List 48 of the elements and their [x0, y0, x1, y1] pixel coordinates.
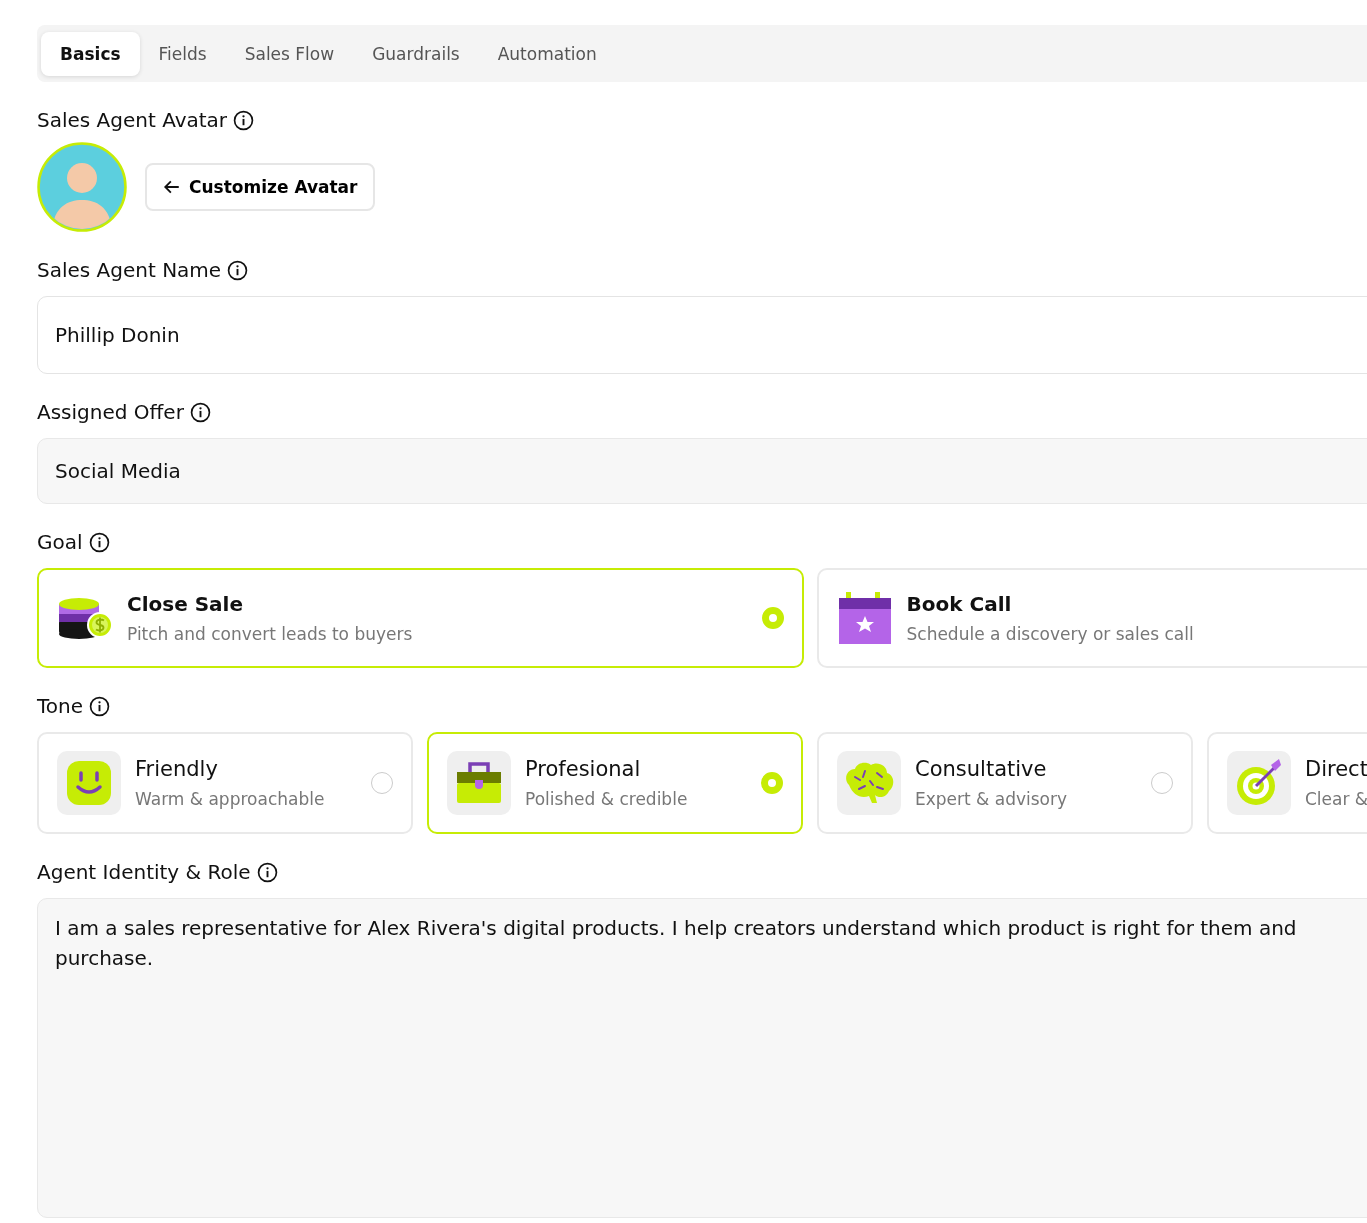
option-description: Polished & credible — [525, 789, 689, 809]
info-icon[interactable] — [227, 259, 249, 281]
field-label: Sales Agent Avatar — [37, 108, 228, 132]
tone-option-card[interactable]: Consultative Expert & advisory — [817, 732, 1193, 834]
info-icon[interactable] — [88, 531, 110, 553]
goal-option-card[interactable]: Book Call Schedule a discovery or sales call — [816, 568, 1367, 668]
smiley-icon[interactable] — [57, 751, 121, 815]
tab[interactable]: Sales Flow — [225, 31, 354, 76]
briefcase-icon[interactable] — [447, 751, 511, 815]
brain-icon[interactable] — [837, 751, 901, 815]
field-label: Tone — [37, 694, 84, 718]
option-title: Direct — [1305, 757, 1367, 781]
tab[interactable]: Automation — [478, 31, 616, 76]
option-description: Clear & — [1305, 789, 1367, 809]
option-description: Expert & advisory — [915, 789, 1069, 809]
tone-option-card[interactable]: Profesional Polished & credible — [427, 732, 803, 834]
arrow-left-icon — [163, 178, 181, 196]
tab[interactable]: Fields — [139, 31, 226, 76]
info-icon[interactable] — [233, 109, 255, 131]
field-label: Sales Agent Name — [37, 258, 222, 282]
tab[interactable]: Basics — [41, 31, 140, 76]
goal-option-card[interactable]: Close Sale Pitch and convert leads to buyers — [37, 568, 804, 668]
agent-name-field[interactable]: Phillip Donin — [37, 296, 1367, 374]
radio-button[interactable] — [1151, 772, 1173, 794]
radio-button[interactable] — [761, 607, 784, 629]
option-title: Close Sale — [127, 592, 245, 616]
field-label: Assigned Offer — [37, 400, 184, 424]
option-description: Schedule a discovery or sales call — [906, 624, 1195, 644]
option-title: Friendly — [135, 757, 219, 781]
field-label: Goal — [37, 530, 83, 554]
option-title: Book Call — [906, 592, 1013, 616]
option-description: Pitch and convert leads to buyers — [127, 624, 414, 644]
tone-option-card[interactable]: Friendly Warm & approachable — [37, 732, 413, 834]
field-label: Agent Identity & Role — [37, 860, 251, 884]
info-icon[interactable] — [189, 401, 211, 423]
tone-option-card[interactable]: Direct Clear & — [1207, 732, 1367, 834]
info-icon[interactable] — [89, 695, 111, 717]
customize-avatar-button[interactable]: Customize Avatar — [145, 163, 376, 211]
offer-select[interactable]: Social Media — [37, 438, 1367, 504]
info-icon[interactable] — [256, 861, 278, 883]
option-title: Consultative — [915, 757, 1048, 781]
radio-button[interactable] — [371, 772, 393, 794]
option-description: Warm & approachable — [135, 789, 326, 809]
identity-text-area[interactable]: I am a sales representative for Alex Rivera's digital products. I help creators understand which product is right for them and purchase. — [37, 898, 1367, 1218]
calendar-star-icon — [836, 590, 893, 646]
radio-button[interactable] — [761, 772, 783, 794]
option-title: Profesional — [525, 757, 642, 781]
tab[interactable]: Guardrails — [353, 31, 479, 76]
